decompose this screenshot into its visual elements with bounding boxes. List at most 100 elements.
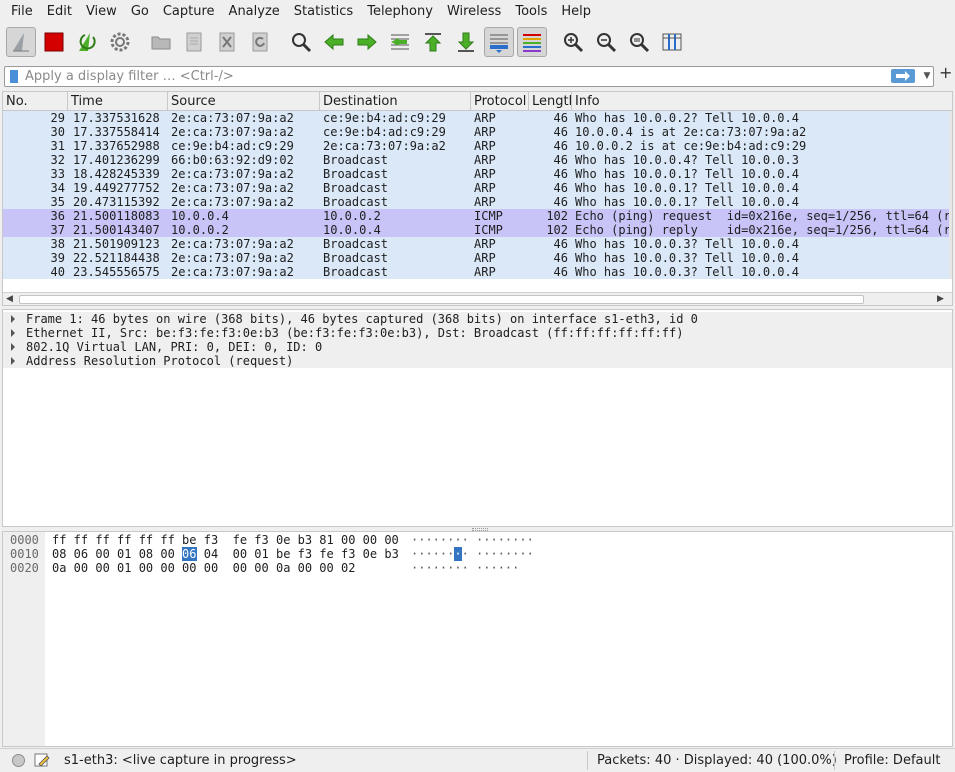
scroll-left-icon[interactable]: ◀ [6, 294, 13, 304]
packet-length: 46 [553, 111, 568, 125]
detail-text: Frame 1: 46 bytes on wire (368 bits), 46… [26, 312, 698, 326]
scrollbar-thumb[interactable] [19, 295, 864, 304]
bytes-hex[interactable]: 08 06 00 01 08 00 06 04 00 01 be f3 fe f… [52, 547, 399, 561]
resize-columns-icon [662, 33, 682, 51]
bytes-row[interactable]: 0020 0a 00 00 01 00 00 00 00 00 00 0a 00… [3, 561, 952, 575]
column-protocol[interactable]: Protocol [471, 92, 529, 111]
column-source[interactable]: Source [168, 92, 320, 111]
packet-row[interactable]: 29 17.337531628 2e:ca:73:07:9a:a2 ce:9e:b4:… [3, 111, 952, 125]
menu-capture[interactable]: Capture [156, 0, 222, 24]
close-file-button[interactable] [212, 27, 242, 57]
selected-byte[interactable]: 06 [182, 547, 197, 561]
capture-options-button[interactable] [105, 27, 135, 57]
packet-row[interactable]: 33 18.428245339 2e:ca:73:07:9a:a2 Broadcast… [3, 167, 952, 181]
packet-row[interactable]: 38 21.501909123 2e:ca:73:07:9a:a2 Broadcast… [3, 237, 952, 251]
menu-help[interactable]: Help [554, 0, 598, 24]
packet-row[interactable]: 36 21.500118083 10.0.0.4 10.0.0.2 ICMP 102 Ech… [3, 209, 952, 223]
zoom-normal-button[interactable] [624, 27, 654, 57]
bytes-row[interactable]: 0010 08 06 00 01 08 00 06 04 00 01 be f3… [3, 547, 952, 561]
restart-capture-button[interactable] [72, 27, 102, 57]
menu-analyze[interactable]: Analyze [222, 0, 287, 24]
expand-arrow-icon[interactable] [11, 357, 15, 365]
column-length[interactable]: Length [529, 92, 572, 111]
detail-frame[interactable]: Frame 1: 46 bytes on wire (368 bits), 46… [3, 312, 952, 326]
packet-time: 18.428245339 [73, 167, 160, 181]
packet-destination: 2e:ca:73:07:9a:a2 [323, 139, 446, 153]
bytes-hex[interactable]: 0a 00 00 01 00 00 00 00 00 00 0a 00 00 0… [52, 561, 355, 575]
packet-length: 102 [546, 209, 568, 223]
packet-length: 46 [553, 251, 568, 265]
detail-arp[interactable]: Address Resolution Protocol (request) [3, 354, 952, 368]
packet-row[interactable]: 31 17.337652988 ce:9e:b4:ad:c9:29 2e:ca:73:… [3, 139, 952, 153]
go-forward-button[interactable] [352, 27, 382, 57]
find-packet-button[interactable] [286, 27, 316, 57]
packet-protocol: ARP [474, 237, 496, 251]
zoom-out-button[interactable] [591, 27, 621, 57]
scroll-right-icon[interactable]: ▶ [937, 294, 944, 304]
zoom-normal-icon [630, 33, 650, 53]
packet-row[interactable]: 30 17.337558414 2e:ca:73:07:9a:a2 ce:9e:b4:… [3, 125, 952, 139]
auto-scroll-button[interactable] [484, 27, 514, 57]
colorize-button[interactable] [517, 27, 547, 57]
bytes-ascii[interactable]: ········ ········ [411, 547, 534, 561]
resize-columns-button[interactable] [657, 27, 687, 57]
add-filter-button[interactable]: + [939, 65, 952, 81]
menu-go[interactable]: Go [124, 0, 156, 24]
packet-row[interactable]: 35 20.473115392 2e:ca:73:07:9a:a2 Broadcast… [3, 195, 952, 209]
detail-ethernet[interactable]: Ethernet II, Src: be:f3:fe:f3:0e:b3 (be:… [3, 326, 952, 340]
vertical-scrollbar[interactable] [949, 111, 952, 279]
menu-file[interactable]: File [4, 0, 40, 24]
packet-row[interactable]: 34 19.449277752 2e:ca:73:07:9a:a2 Broadcast… [3, 181, 952, 195]
zoom-in-button[interactable] [558, 27, 588, 57]
bytes-row[interactable]: 0000 ff ff ff ff ff ff be f3 fe f3 0e b3… [3, 533, 952, 547]
expand-arrow-icon[interactable] [11, 343, 15, 351]
packet-source: 2e:ca:73:07:9a:a2 [171, 251, 294, 265]
menu-tools[interactable]: Tools [508, 0, 554, 24]
start-capture-button[interactable] [6, 27, 36, 57]
packet-row[interactable]: 37 21.500143407 10.0.0.2 10.0.0.4 ICMP 102 Ech… [3, 223, 952, 237]
go-to-packet-button[interactable] [385, 27, 415, 57]
packet-destination: 10.0.0.4 [323, 223, 381, 237]
apply-filter-button[interactable] [891, 69, 915, 83]
bytes-ascii[interactable]: ········ ········ [411, 533, 534, 547]
column-info[interactable]: Info [572, 92, 952, 111]
column-no[interactable]: No. [3, 92, 68, 111]
column-time[interactable]: Time [68, 92, 168, 111]
chevron-down-icon[interactable]: ▼ [921, 69, 933, 83]
go-last-button[interactable] [451, 27, 481, 57]
bytes-hex[interactable]: ff ff ff ff ff ff be f3 fe f3 0e b3 81 0… [52, 533, 399, 547]
packet-length: 46 [553, 265, 568, 279]
capture-comment-icon[interactable] [34, 753, 50, 768]
colorize-icon [523, 34, 541, 52]
packet-no: 39 [50, 251, 65, 265]
menu-view[interactable]: View [79, 0, 124, 24]
expert-info-icon[interactable] [12, 754, 25, 767]
save-file-button[interactable] [179, 27, 209, 57]
packet-time: 21.501909123 [73, 237, 160, 251]
go-first-button[interactable] [418, 27, 448, 57]
menu-telephony[interactable]: Telephony [360, 0, 440, 24]
packet-row[interactable]: 32 17.401236299 66:b0:63:92:d9:02 Broadcast… [3, 153, 952, 167]
go-back-button[interactable] [319, 27, 349, 57]
packet-row[interactable]: 40 23.545556575 2e:ca:73:07:9a:a2 Broadcast… [3, 265, 952, 279]
expand-arrow-icon[interactable] [11, 315, 15, 323]
horizontal-scrollbar[interactable]: ◀ ▶ [3, 292, 952, 305]
open-file-button[interactable] [146, 27, 176, 57]
status-profile[interactable]: Profile: Default [844, 753, 940, 768]
selected-ascii-byte[interactable]: · [454, 547, 462, 561]
reload-file-button[interactable] [245, 27, 275, 57]
hex-text: 04 00 01 be f3 fe f3 0e b3 [196, 547, 399, 561]
menu-wireless[interactable]: Wireless [440, 0, 508, 24]
bookmark-icon[interactable] [10, 70, 18, 83]
column-destination[interactable]: Destination [320, 92, 471, 111]
stop-capture-button[interactable] [39, 27, 69, 57]
packet-source: 2e:ca:73:07:9a:a2 [171, 167, 294, 181]
packet-row[interactable]: 39 22.521184438 2e:ca:73:07:9a:a2 Broadcast… [3, 251, 952, 265]
detail-text: 802.1Q Virtual LAN, PRI: 0, DEI: 0, ID: … [26, 340, 323, 354]
detail-vlan[interactable]: 802.1Q Virtual LAN, PRI: 0, DEI: 0, ID: … [3, 340, 952, 354]
menu-statistics[interactable]: Statistics [287, 0, 360, 24]
bytes-ascii[interactable]: ········ ······ [411, 561, 519, 575]
menu-edit[interactable]: Edit [40, 0, 79, 24]
display-filter-input[interactable] [25, 67, 885, 86]
expand-arrow-icon[interactable] [11, 329, 15, 337]
